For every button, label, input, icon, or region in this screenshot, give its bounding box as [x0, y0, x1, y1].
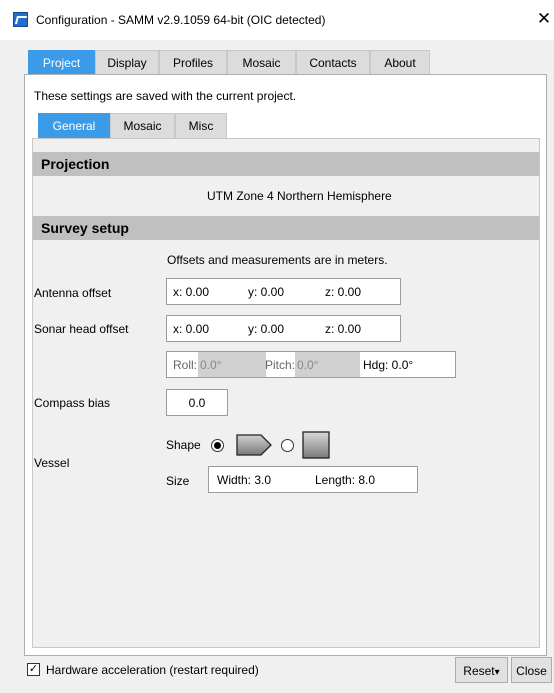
shape-arrow-radio[interactable]	[211, 439, 224, 452]
projection-header: Projection	[33, 152, 539, 176]
shape-box-radio[interactable]	[281, 439, 294, 452]
sonar-offset-label: Sonar head offset	[34, 322, 129, 336]
compass-bias-input[interactable]: 0.0	[166, 389, 228, 416]
roll-input: 0.0°	[198, 352, 266, 377]
compass-bias-label: Compass bias	[34, 396, 111, 410]
hw-accel-checkbox[interactable]: ✓	[27, 663, 40, 676]
vessel-width[interactable]: Width: 3.0	[217, 473, 271, 487]
vessel-label: Vessel	[34, 456, 70, 470]
antenna-offset-label: Antenna offset	[34, 286, 112, 300]
size-label: Size	[166, 474, 190, 488]
tab-about[interactable]: About	[370, 50, 430, 74]
projection-value: UTM Zone 4 Northern Hemisphere	[207, 189, 392, 203]
window-title: Configuration - SAMM v2.9.1059 64-bit (O…	[36, 13, 326, 27]
project-note: These settings are saved with the curren…	[34, 89, 297, 103]
attitude-field: Roll: 0.0° Pitch: 0.0° Hdg: 0.0°	[166, 351, 456, 378]
hw-accel-label: Hardware acceleration (restart required)	[46, 663, 259, 677]
close-window-icon[interactable]: ✕	[534, 9, 554, 29]
tab-mosaic[interactable]: Mosaic	[227, 50, 296, 74]
reset-button[interactable]: Reset▾	[455, 657, 508, 683]
units-note: Offsets and measurements are in meters.	[167, 253, 388, 267]
dropdown-arrow-icon: ▾	[494, 667, 500, 678]
sonar-offset-field[interactable]: x: 0.00 y: 0.00 z: 0.00	[166, 315, 401, 342]
box-shape-icon	[302, 431, 330, 462]
sonar-x[interactable]: x: 0.00	[173, 322, 209, 336]
tab-contacts[interactable]: Contacts	[296, 50, 370, 74]
sonar-z[interactable]: z: 0.00	[325, 322, 361, 336]
subtab-mosaic[interactable]: Mosaic	[110, 113, 175, 138]
tab-project[interactable]: Project	[28, 50, 95, 74]
antenna-offset-field[interactable]: x: 0.00 y: 0.00 z: 0.00	[166, 278, 401, 305]
antenna-y[interactable]: y: 0.00	[248, 285, 284, 299]
vessel-size-field[interactable]: Width: 3.0 Length: 8.0	[208, 466, 418, 493]
subtab-misc[interactable]: Misc	[175, 113, 227, 138]
roll-label: Roll:	[173, 358, 198, 372]
tab-display[interactable]: Display	[95, 50, 159, 74]
sonar-y[interactable]: y: 0.00	[248, 322, 284, 336]
tab-profiles[interactable]: Profiles	[159, 50, 227, 74]
heading-value[interactable]: Hdg: 0.0°	[363, 358, 413, 372]
subtab-general[interactable]: General	[38, 113, 110, 138]
general-panel	[32, 138, 540, 648]
vessel-length[interactable]: Length: 8.0	[315, 473, 375, 487]
arrow-shape-icon	[236, 433, 272, 460]
app-icon	[13, 12, 28, 27]
shape-label: Shape	[166, 438, 201, 452]
antenna-x[interactable]: x: 0.00	[173, 285, 209, 299]
pitch-input: 0.0°	[295, 352, 360, 377]
survey-setup-header: Survey setup	[33, 216, 539, 240]
antenna-z[interactable]: z: 0.00	[325, 285, 361, 299]
pitch-label: Pitch:	[265, 358, 296, 372]
close-button[interactable]: Close	[511, 657, 552, 683]
